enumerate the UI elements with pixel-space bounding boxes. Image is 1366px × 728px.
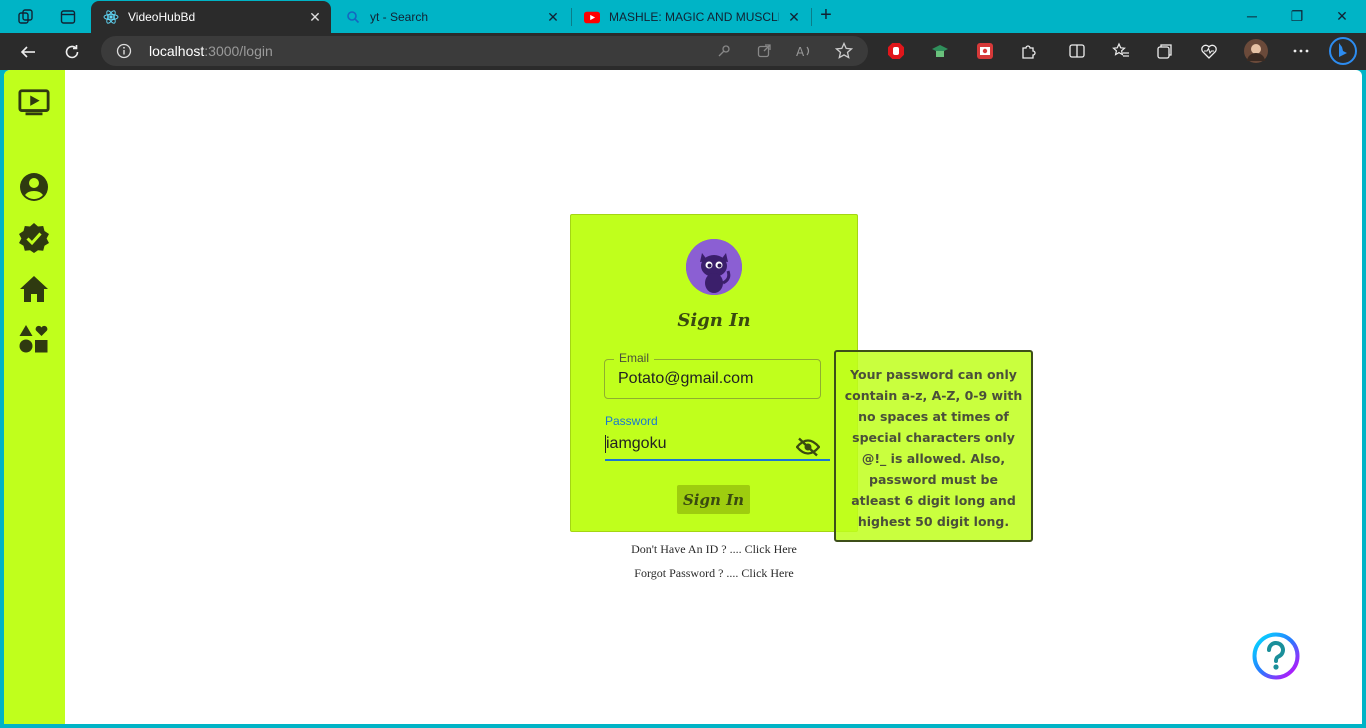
tab-videohubbd[interactable]: VideoHubBd ✕ bbox=[91, 1, 331, 33]
site-info-icon[interactable] bbox=[116, 43, 132, 64]
svg-text:A: A bbox=[796, 45, 805, 59]
search-icon bbox=[345, 9, 361, 25]
forgot-password-link[interactable]: Forgot Password ? .... Click Here bbox=[570, 566, 858, 581]
close-tab-icon[interactable]: ✕ bbox=[307, 9, 323, 25]
minimize-button[interactable]: ─ bbox=[1237, 4, 1267, 28]
email-label: Email bbox=[614, 351, 655, 365]
visibility-off-icon[interactable] bbox=[796, 435, 820, 459]
tab-label: MASHLE: MAGIC AND MUSCLES bbox=[609, 10, 779, 24]
password-label: Password bbox=[605, 414, 658, 428]
help-question-button[interactable] bbox=[1252, 632, 1300, 680]
close-tab-icon[interactable]: ✕ bbox=[786, 9, 802, 25]
browser-toolbar: localhost:3000/login A bbox=[0, 33, 1366, 70]
tab-mashle[interactable]: MASHLE: MAGIC AND MUSCLES ✕ bbox=[572, 1, 810, 33]
screenshot-extension-icon[interactable] bbox=[975, 41, 995, 61]
sidebar bbox=[4, 70, 65, 724]
verified-badge-icon[interactable] bbox=[18, 222, 50, 254]
key-icon[interactable] bbox=[715, 42, 733, 60]
youtube-icon bbox=[584, 9, 600, 25]
url-host: localhost bbox=[149, 43, 205, 59]
email-input[interactable]: Potato@gmail.com bbox=[618, 370, 753, 388]
favorite-star-icon[interactable] bbox=[835, 42, 853, 60]
home-icon[interactable] bbox=[18, 273, 50, 305]
password-underline bbox=[605, 459, 830, 461]
url-text: localhost:3000/login bbox=[149, 43, 273, 59]
react-icon bbox=[103, 9, 119, 25]
adblock-extension-icon[interactable] bbox=[886, 41, 906, 61]
more-menu-icon[interactable] bbox=[1291, 41, 1311, 61]
register-link[interactable]: Don't Have An ID ? .... Click Here bbox=[570, 542, 858, 557]
profile-avatar[interactable] bbox=[1244, 39, 1268, 63]
password-rules-tooltip: Your password can only contain a-z, A-Z,… bbox=[834, 350, 1033, 542]
login-card: Sign In Email Potato@gmail.com Password … bbox=[570, 214, 858, 532]
password-input[interactable]: iamgoku bbox=[605, 435, 666, 453]
favorites-icon[interactable] bbox=[1111, 41, 1131, 61]
url-path: :3000/login bbox=[204, 43, 273, 59]
refresh-button[interactable] bbox=[60, 40, 84, 64]
back-button[interactable] bbox=[16, 40, 40, 64]
restore-button[interactable]: ❐ bbox=[1282, 4, 1312, 28]
new-tab-button[interactable]: + bbox=[815, 4, 837, 28]
tab-actions-icon[interactable] bbox=[57, 6, 79, 28]
extensions-puzzle-icon[interactable] bbox=[1019, 41, 1039, 61]
signin-button[interactable]: Sign In bbox=[677, 485, 750, 514]
tab-separator bbox=[811, 8, 812, 26]
account-icon[interactable] bbox=[18, 171, 50, 203]
tab-label: yt - Search bbox=[370, 10, 429, 24]
video-library-icon[interactable] bbox=[18, 87, 50, 119]
browser-essentials-icon[interactable] bbox=[1199, 41, 1219, 61]
cat-avatar-logo bbox=[686, 239, 742, 295]
bing-copilot-icon[interactable] bbox=[1329, 37, 1357, 65]
signin-title: Sign In bbox=[677, 310, 751, 331]
workspaces-icon[interactable] bbox=[15, 6, 37, 28]
tab-label: VideoHubBd bbox=[128, 10, 196, 24]
email-field[interactable]: Email Potato@gmail.com bbox=[604, 351, 821, 399]
tab-yt-search[interactable]: yt - Search ✕ bbox=[333, 1, 569, 33]
close-tab-icon[interactable]: ✕ bbox=[545, 9, 561, 25]
address-bar[interactable]: localhost:3000/login A bbox=[101, 36, 868, 66]
categories-icon[interactable] bbox=[18, 323, 50, 355]
collections-icon[interactable] bbox=[1155, 41, 1175, 61]
page-viewport: Sign In Email Potato@gmail.com Password … bbox=[4, 70, 1362, 724]
browser-tab-strip: VideoHubBd ✕ yt - Search ✕ MASHLE: MAGIC… bbox=[0, 0, 1366, 33]
read-aloud-icon[interactable]: A bbox=[795, 42, 813, 60]
graduation-cap-extension-icon[interactable] bbox=[930, 41, 950, 61]
split-screen-icon[interactable] bbox=[1067, 41, 1087, 61]
open-in-app-icon[interactable] bbox=[755, 42, 773, 60]
close-window-button[interactable]: ✕ bbox=[1327, 4, 1357, 28]
